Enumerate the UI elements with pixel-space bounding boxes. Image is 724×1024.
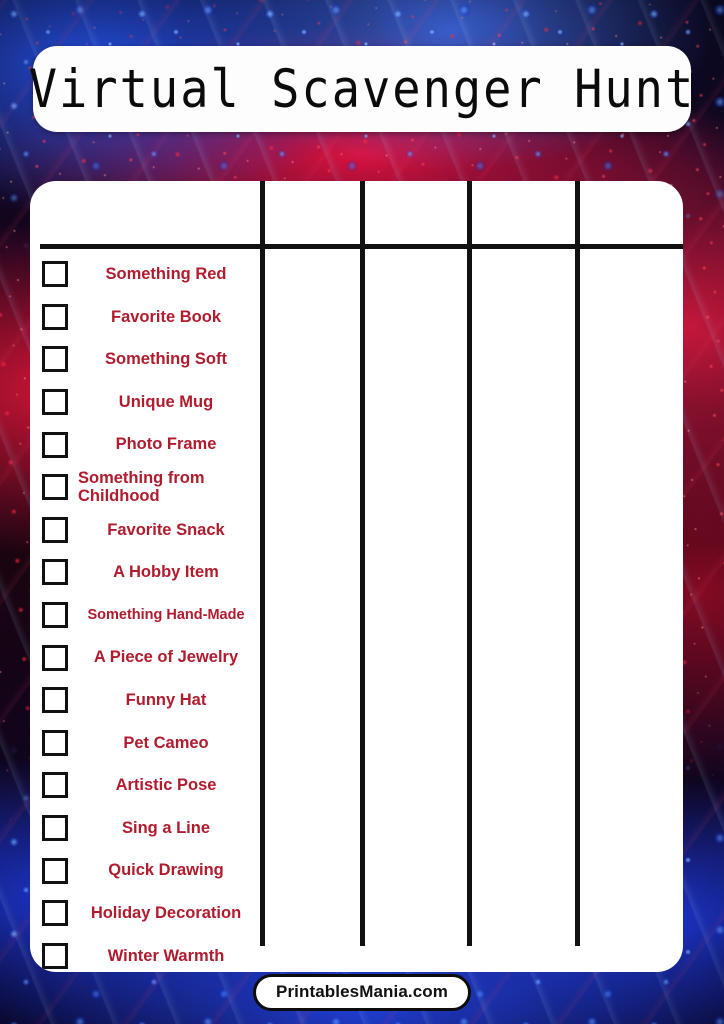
list-item[interactable]: Unique Mug bbox=[30, 381, 262, 424]
list-item[interactable]: Funny Hat bbox=[30, 679, 262, 722]
list-item[interactable]: Quick Drawing bbox=[30, 849, 262, 892]
title-card: Virtual Scavenger Hunt bbox=[29, 46, 693, 132]
list-item[interactable]: A Hobby Item bbox=[30, 551, 262, 594]
checkbox-icon[interactable] bbox=[42, 644, 68, 671]
checkbox-icon[interactable] bbox=[42, 942, 68, 969]
list-item[interactable]: Sing a Line bbox=[30, 807, 262, 850]
list-item-label: Favorite Book bbox=[110, 307, 222, 326]
list-item-label: A Piece of Jewelry bbox=[93, 648, 239, 667]
checkbox-icon[interactable] bbox=[42, 261, 68, 288]
list-item-label: A Hobby Item bbox=[113, 563, 219, 582]
list-item[interactable]: Holiday Decoration bbox=[30, 892, 262, 935]
list-item-label: Unique Mug bbox=[118, 392, 214, 411]
list-item-label: Artistic Pose bbox=[115, 776, 217, 795]
checkbox-icon[interactable] bbox=[42, 729, 68, 756]
list-item-label: Something Soft bbox=[105, 350, 227, 369]
checkbox-icon[interactable] bbox=[42, 346, 68, 373]
list-item-label: Quick Drawing bbox=[108, 861, 224, 880]
table-column-divider-2 bbox=[360, 181, 365, 946]
site-watermark-badge: PrintablesMania.com bbox=[253, 974, 471, 1011]
list-item-label: Pet Cameo bbox=[123, 733, 209, 752]
checkbox-icon[interactable] bbox=[42, 687, 68, 714]
list-item[interactable]: A Piece of Jewelry bbox=[30, 636, 262, 679]
list-item-label: Favorite Snack bbox=[107, 520, 225, 539]
checkbox-icon[interactable] bbox=[42, 389, 68, 416]
checkbox-icon[interactable] bbox=[42, 815, 68, 842]
list-item[interactable]: Photo Frame bbox=[30, 423, 262, 466]
list-item[interactable]: Pet Cameo bbox=[30, 722, 262, 765]
list-item[interactable]: Something Hand-Made bbox=[30, 594, 262, 637]
table-column-divider-3 bbox=[467, 181, 472, 946]
page-title: Virtual Scavenger Hunt bbox=[28, 58, 696, 120]
list-item-label: Sing a Line bbox=[121, 818, 210, 837]
list-item-label: Holiday Decoration bbox=[90, 903, 242, 922]
list-item-label: Something Hand-Made bbox=[87, 606, 245, 623]
list-item-label: Funny Hat bbox=[125, 691, 207, 709]
list-item-label: Winter Warmth bbox=[107, 946, 225, 965]
checkbox-icon[interactable] bbox=[42, 431, 68, 458]
scavenger-hunt-checklist: Something Red Favorite Book Something Soft… bbox=[30, 249, 262, 972]
worksheet-card: Something Red Favorite Book Something Soft… bbox=[30, 181, 683, 972]
checkbox-icon[interactable] bbox=[42, 900, 68, 927]
list-item[interactable]: Something Red bbox=[30, 253, 262, 296]
printable-page: Virtual Scavenger Hunt Something Red Favo… bbox=[0, 0, 724, 1024]
list-item[interactable]: Winter Warmth bbox=[30, 935, 262, 973]
table-column-divider-4 bbox=[575, 181, 580, 946]
checkbox-icon[interactable] bbox=[42, 303, 68, 330]
checkbox-icon[interactable] bbox=[42, 516, 68, 543]
checkbox-icon[interactable] bbox=[42, 559, 68, 586]
checkbox-icon[interactable] bbox=[42, 602, 68, 629]
checkbox-icon[interactable] bbox=[42, 857, 68, 884]
checkbox-icon[interactable] bbox=[42, 772, 68, 799]
table-header-row bbox=[30, 181, 683, 244]
checkbox-icon[interactable] bbox=[42, 474, 68, 501]
list-item-label: Something Red bbox=[105, 265, 227, 284]
list-item[interactable]: Favorite Snack bbox=[30, 509, 262, 552]
list-item[interactable]: Artistic Pose bbox=[30, 764, 262, 807]
list-item[interactable]: Something Soft bbox=[30, 338, 262, 381]
list-item[interactable]: Favorite Book bbox=[30, 296, 262, 339]
list-item-label: Photo Frame bbox=[115, 435, 217, 454]
list-item[interactable]: Something from Childhood bbox=[30, 466, 262, 509]
list-item-label: Something from Childhood bbox=[78, 468, 205, 506]
